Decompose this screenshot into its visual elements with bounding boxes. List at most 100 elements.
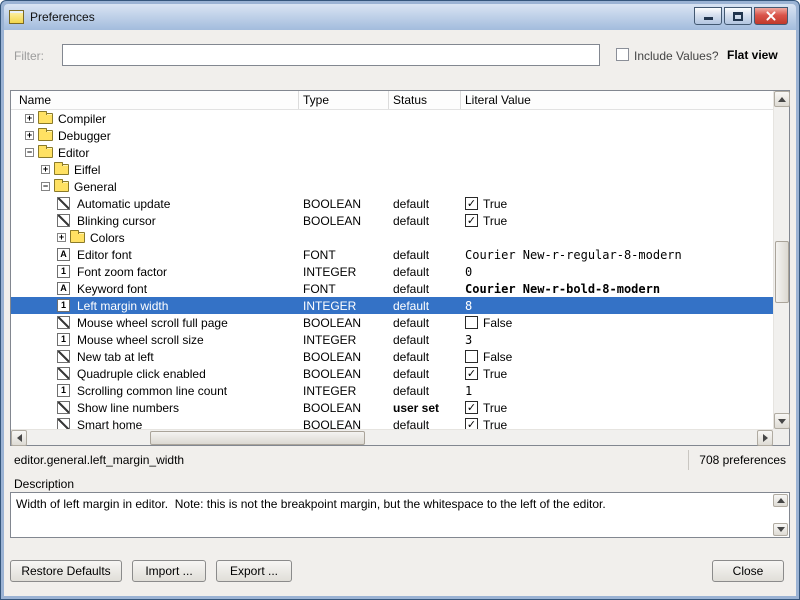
horizontal-scrollbar-thumb[interactable] xyxy=(150,431,365,445)
window-title: Preferences xyxy=(30,10,95,24)
row-status xyxy=(389,178,461,195)
description-box: Width of left margin in editor. Note: th… xyxy=(10,492,790,538)
include-values-checkbox[interactable] xyxy=(616,48,629,61)
tree-row[interactable]: +Debugger xyxy=(11,127,773,144)
description-scroll-down-button[interactable] xyxy=(773,523,788,536)
row-value: False xyxy=(461,314,773,331)
row-value: True xyxy=(461,399,773,416)
row-name: Left margin width xyxy=(76,299,168,313)
minimize-button[interactable] xyxy=(694,7,722,25)
name-cell: 1Mouse wheel scroll size xyxy=(11,331,299,348)
tree-row[interactable]: 1Mouse wheel scroll sizeINTEGERdefault3 xyxy=(11,331,773,348)
bool-pref-icon xyxy=(57,350,70,363)
row-type xyxy=(299,127,389,144)
row-type xyxy=(299,144,389,161)
flat-view-toggle[interactable]: Flat view xyxy=(727,48,778,62)
vertical-scrollbar[interactable] xyxy=(773,91,789,429)
checked-checkbox-icon[interactable] xyxy=(465,214,478,227)
bool-pref-icon xyxy=(57,418,70,429)
font-pref-icon: A xyxy=(57,282,70,295)
font-pref-icon: A xyxy=(57,248,70,261)
scroll-up-button[interactable] xyxy=(774,91,790,107)
vertical-scrollbar-thumb[interactable] xyxy=(775,241,789,303)
maximize-button[interactable] xyxy=(724,7,752,25)
description-scroll-up-button[interactable] xyxy=(773,494,788,507)
close-dialog-button[interactable]: Close xyxy=(712,560,784,582)
row-status xyxy=(389,229,461,246)
expand-icon[interactable]: + xyxy=(57,233,66,242)
tree-row[interactable]: +Colors xyxy=(11,229,773,246)
filter-input[interactable] xyxy=(62,44,600,66)
description-label: Description xyxy=(14,477,74,491)
tree-row[interactable]: Automatic updateBOOLEANdefaultTrue xyxy=(11,195,773,212)
restore-defaults-button[interactable]: Restore Defaults xyxy=(10,560,122,582)
row-status xyxy=(389,110,461,127)
unchecked-checkbox-icon[interactable] xyxy=(465,316,478,329)
tree-row[interactable]: AKeyword fontFONTdefaultCourier New-r-bo… xyxy=(11,280,773,297)
row-status: default xyxy=(389,416,461,429)
tree-row[interactable]: + Compiler xyxy=(11,110,773,127)
checked-checkbox-icon[interactable] xyxy=(465,367,478,380)
tree-row[interactable]: + Eiffel xyxy=(11,161,773,178)
tree-row[interactable]: New tab at leftBOOLEANdefaultFalse xyxy=(11,348,773,365)
row-value xyxy=(461,144,773,161)
tree-row[interactable]: Blinking cursorBOOLEANdefaultTrue xyxy=(11,212,773,229)
column-header-name[interactable]: Name xyxy=(11,91,299,109)
tree-row[interactable]: AEditor fontFONTdefaultCourier New-r-reg… xyxy=(11,246,773,263)
row-type: FONT xyxy=(299,280,389,297)
column-header-status[interactable]: Status xyxy=(389,91,461,109)
row-type xyxy=(299,178,389,195)
scroll-down-button[interactable] xyxy=(774,413,790,429)
titlebar[interactable]: Preferences xyxy=(4,4,796,30)
row-value: 8 xyxy=(461,297,773,314)
value-text: Courier New-r-regular-8-modern xyxy=(465,248,682,262)
row-status: default xyxy=(389,212,461,229)
close-icon xyxy=(765,10,777,22)
row-name: Smart home xyxy=(76,418,142,430)
value-text: False xyxy=(483,350,512,364)
value-text: 8 xyxy=(465,299,472,313)
row-status: default xyxy=(389,246,461,263)
column-header-value[interactable]: Literal Value xyxy=(461,91,773,109)
row-status: default xyxy=(389,263,461,280)
tree-row[interactable]: Mouse wheel scroll full pageBOOLEANdefau… xyxy=(11,314,773,331)
column-header-type[interactable]: Type xyxy=(299,91,389,109)
horizontal-scrollbar[interactable] xyxy=(11,429,773,445)
window-close-button[interactable] xyxy=(754,7,788,25)
tree-row[interactable]: −Editor xyxy=(11,144,773,161)
name-cell: −General xyxy=(11,178,299,195)
unchecked-checkbox-icon[interactable] xyxy=(465,350,478,363)
collapse-icon[interactable]: − xyxy=(25,148,34,157)
value-text: True xyxy=(483,367,507,381)
row-value xyxy=(461,161,773,178)
expand-icon[interactable]: + xyxy=(41,165,50,174)
name-cell: + Eiffel xyxy=(11,161,299,178)
tree-row[interactable]: 1Font zoom factorINTEGERdefault0 xyxy=(11,263,773,280)
value-text: True xyxy=(483,418,507,430)
tree-row[interactable]: 1Left margin widthINTEGERdefault8 xyxy=(11,297,773,314)
app-icon xyxy=(9,10,24,24)
checked-checkbox-icon[interactable] xyxy=(465,197,478,210)
collapse-icon[interactable]: − xyxy=(41,182,50,191)
row-name: Eiffel xyxy=(73,163,100,177)
scroll-right-button[interactable] xyxy=(757,430,773,446)
checked-checkbox-icon[interactable] xyxy=(465,401,478,414)
import-button[interactable]: Import ... xyxy=(132,560,206,582)
expand-icon[interactable]: + xyxy=(25,131,34,140)
row-name: New tab at left xyxy=(76,350,154,364)
scroll-left-button[interactable] xyxy=(11,430,27,446)
row-type: BOOLEAN xyxy=(299,399,389,416)
checked-checkbox-icon[interactable] xyxy=(465,418,478,429)
row-status xyxy=(389,161,461,178)
row-type: INTEGER xyxy=(299,297,389,314)
expand-icon[interactable]: + xyxy=(25,114,34,123)
arrow-down-icon xyxy=(778,419,786,428)
tree-row[interactable]: Show line numbersBOOLEANuser setTrue xyxy=(11,399,773,416)
tree-row[interactable]: Smart homeBOOLEANdefaultTrue xyxy=(11,416,773,429)
row-name: Compiler xyxy=(57,112,106,126)
tree-row[interactable]: −General xyxy=(11,178,773,195)
tree-row[interactable]: Quadruple click enabledBOOLEANdefaultTru… xyxy=(11,365,773,382)
tree-row[interactable]: 1Scrolling common line countINTEGERdefau… xyxy=(11,382,773,399)
bool-pref-icon xyxy=(57,214,70,227)
export-button[interactable]: Export ... xyxy=(216,560,292,582)
